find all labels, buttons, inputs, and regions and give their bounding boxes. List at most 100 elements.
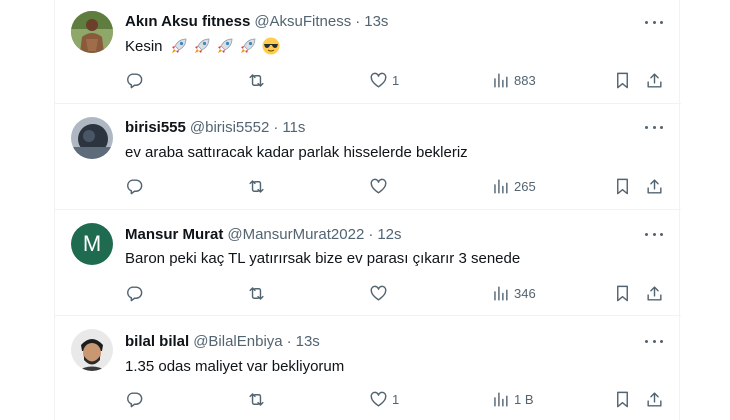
- tweet[interactable]: birisi555 @birisi5552 · 11s ev araba sat…: [55, 104, 681, 210]
- user-handle[interactable]: @birisi5552: [190, 119, 269, 136]
- retweet-button[interactable]: [247, 388, 266, 410]
- action-bar: 265: [55, 175, 681, 197]
- like-count: 1: [392, 391, 400, 407]
- views-count: 883: [514, 72, 536, 88]
- more-icon[interactable]: [645, 118, 663, 136]
- reply-icon: [127, 391, 143, 407]
- reply-icon: [127, 285, 143, 301]
- retweet-icon: [249, 73, 264, 87]
- timestamp[interactable]: 12s: [377, 226, 401, 243]
- avatar-photo: [71, 329, 113, 371]
- views-icon: [494, 178, 508, 194]
- timestamp[interactable]: 13s: [296, 333, 320, 350]
- retweet-icon: [249, 392, 264, 406]
- like-count: 1: [392, 72, 400, 88]
- action-bar: 346: [55, 282, 681, 304]
- like-button[interactable]: 1: [369, 388, 399, 410]
- more-icon[interactable]: [645, 13, 663, 31]
- avatar[interactable]: [71, 329, 113, 371]
- avatar[interactable]: [71, 11, 113, 53]
- display-name[interactable]: Mansur Murat: [125, 226, 223, 243]
- tweet-header: Akın Aksu fitness @AksuFitness · 13s: [125, 11, 388, 31]
- tweet[interactable]: Akın Aksu fitness @AksuFitness · 13s Kes…: [55, 0, 681, 104]
- retweet-button[interactable]: [247, 69, 266, 91]
- reply-icon: [127, 72, 143, 88]
- heart-icon: [370, 178, 387, 194]
- views-icon: [494, 391, 508, 407]
- reply-button[interactable]: [125, 69, 144, 91]
- bookmark-button[interactable]: [613, 282, 632, 304]
- share-button[interactable]: [645, 69, 664, 91]
- views-button[interactable]: 346: [491, 282, 536, 304]
- share-icon: [647, 72, 662, 88]
- bookmark-button[interactable]: [613, 388, 632, 410]
- tweet-text: Baron peki kaç TL yatırırsak bize ev par…: [125, 248, 520, 268]
- tweet-text-content: Baron peki kaç TL yatırırsak bize ev par…: [125, 249, 521, 267]
- share-icon: [647, 391, 662, 407]
- heart-icon: [370, 391, 387, 407]
- views-count: 346: [514, 285, 536, 301]
- share-button[interactable]: [645, 175, 664, 197]
- tweet[interactable]: bilal bilal @BilalEnbiya · 13s 1.35 odas…: [55, 316, 681, 420]
- like-button[interactable]: [369, 175, 392, 197]
- reply-button[interactable]: [125, 388, 144, 410]
- separator-dot: ·: [368, 225, 374, 243]
- display-name[interactable]: Akın Aksu fitness: [125, 13, 250, 30]
- views-icon: [494, 285, 508, 301]
- tweet-text-content: ev araba sattıracak kadar parlak hissele…: [125, 143, 468, 161]
- share-button[interactable]: [645, 388, 664, 410]
- tweet[interactable]: M Mansur Murat @MansurMurat2022 · 12s Ba…: [55, 210, 681, 316]
- avatar-photo: [71, 11, 113, 53]
- bookmark-button[interactable]: [613, 175, 632, 197]
- bookmark-icon: [617, 285, 628, 301]
- rocket-emoji: [217, 38, 232, 53]
- user-handle[interactable]: @BilalEnbiya: [193, 333, 282, 350]
- avatar[interactable]: [71, 117, 113, 159]
- tweet-text-content: Kesin: [125, 37, 163, 55]
- separator-dot: ·: [286, 332, 292, 350]
- avatar[interactable]: M: [71, 223, 113, 265]
- sunglasses-emoji: [262, 37, 280, 55]
- bookmark-icon: [617, 72, 628, 88]
- rocket-emoji: [194, 38, 209, 53]
- reply-button[interactable]: [125, 282, 144, 304]
- tweet-text: ev araba sattıracak kadar parlak hissele…: [125, 142, 468, 162]
- timestamp[interactable]: 11s: [282, 119, 305, 136]
- share-icon: [647, 178, 662, 194]
- rocket-emoji: [240, 38, 255, 53]
- views-count: 265: [514, 178, 536, 194]
- more-icon[interactable]: [645, 225, 663, 243]
- views-button[interactable]: 1 B: [491, 388, 534, 410]
- share-icon: [647, 285, 662, 301]
- rocket-emoji: [171, 38, 186, 53]
- user-handle[interactable]: @AksuFitness: [254, 13, 351, 30]
- views-button[interactable]: 265: [491, 175, 536, 197]
- separator-dot: ·: [355, 12, 361, 30]
- tweet-text-content: 1.35 odas maliyet var bekliyorum: [125, 357, 345, 375]
- retweet-button[interactable]: [247, 282, 266, 304]
- heart-icon: [370, 72, 387, 88]
- views-icon: [494, 72, 508, 88]
- bookmark-button[interactable]: [613, 69, 632, 91]
- more-icon[interactable]: [645, 332, 663, 350]
- retweet-icon: [249, 179, 264, 193]
- views-button[interactable]: 883: [491, 69, 536, 91]
- share-button[interactable]: [645, 282, 664, 304]
- reply-feed: Akın Aksu fitness @AksuFitness · 13s Kes…: [54, 0, 681, 420]
- avatar-letter: M: [82, 231, 102, 256]
- display-name[interactable]: birisi555: [125, 119, 186, 136]
- retweet-button[interactable]: [247, 175, 266, 197]
- heart-icon: [370, 285, 387, 301]
- display-name[interactable]: bilal bilal: [125, 333, 189, 350]
- like-button[interactable]: 1: [369, 69, 399, 91]
- timestamp[interactable]: 13s: [364, 13, 388, 30]
- user-handle[interactable]: @MansurMurat2022: [227, 226, 364, 243]
- separator-dot: ·: [273, 118, 279, 136]
- reply-button[interactable]: [125, 175, 144, 197]
- action-bar: 1 883: [55, 69, 681, 91]
- bookmark-icon: [617, 391, 628, 407]
- retweet-icon: [249, 286, 264, 300]
- action-bar: 1 1 B: [55, 388, 681, 410]
- emoji-row: [166, 36, 281, 56]
- like-button[interactable]: [369, 282, 392, 304]
